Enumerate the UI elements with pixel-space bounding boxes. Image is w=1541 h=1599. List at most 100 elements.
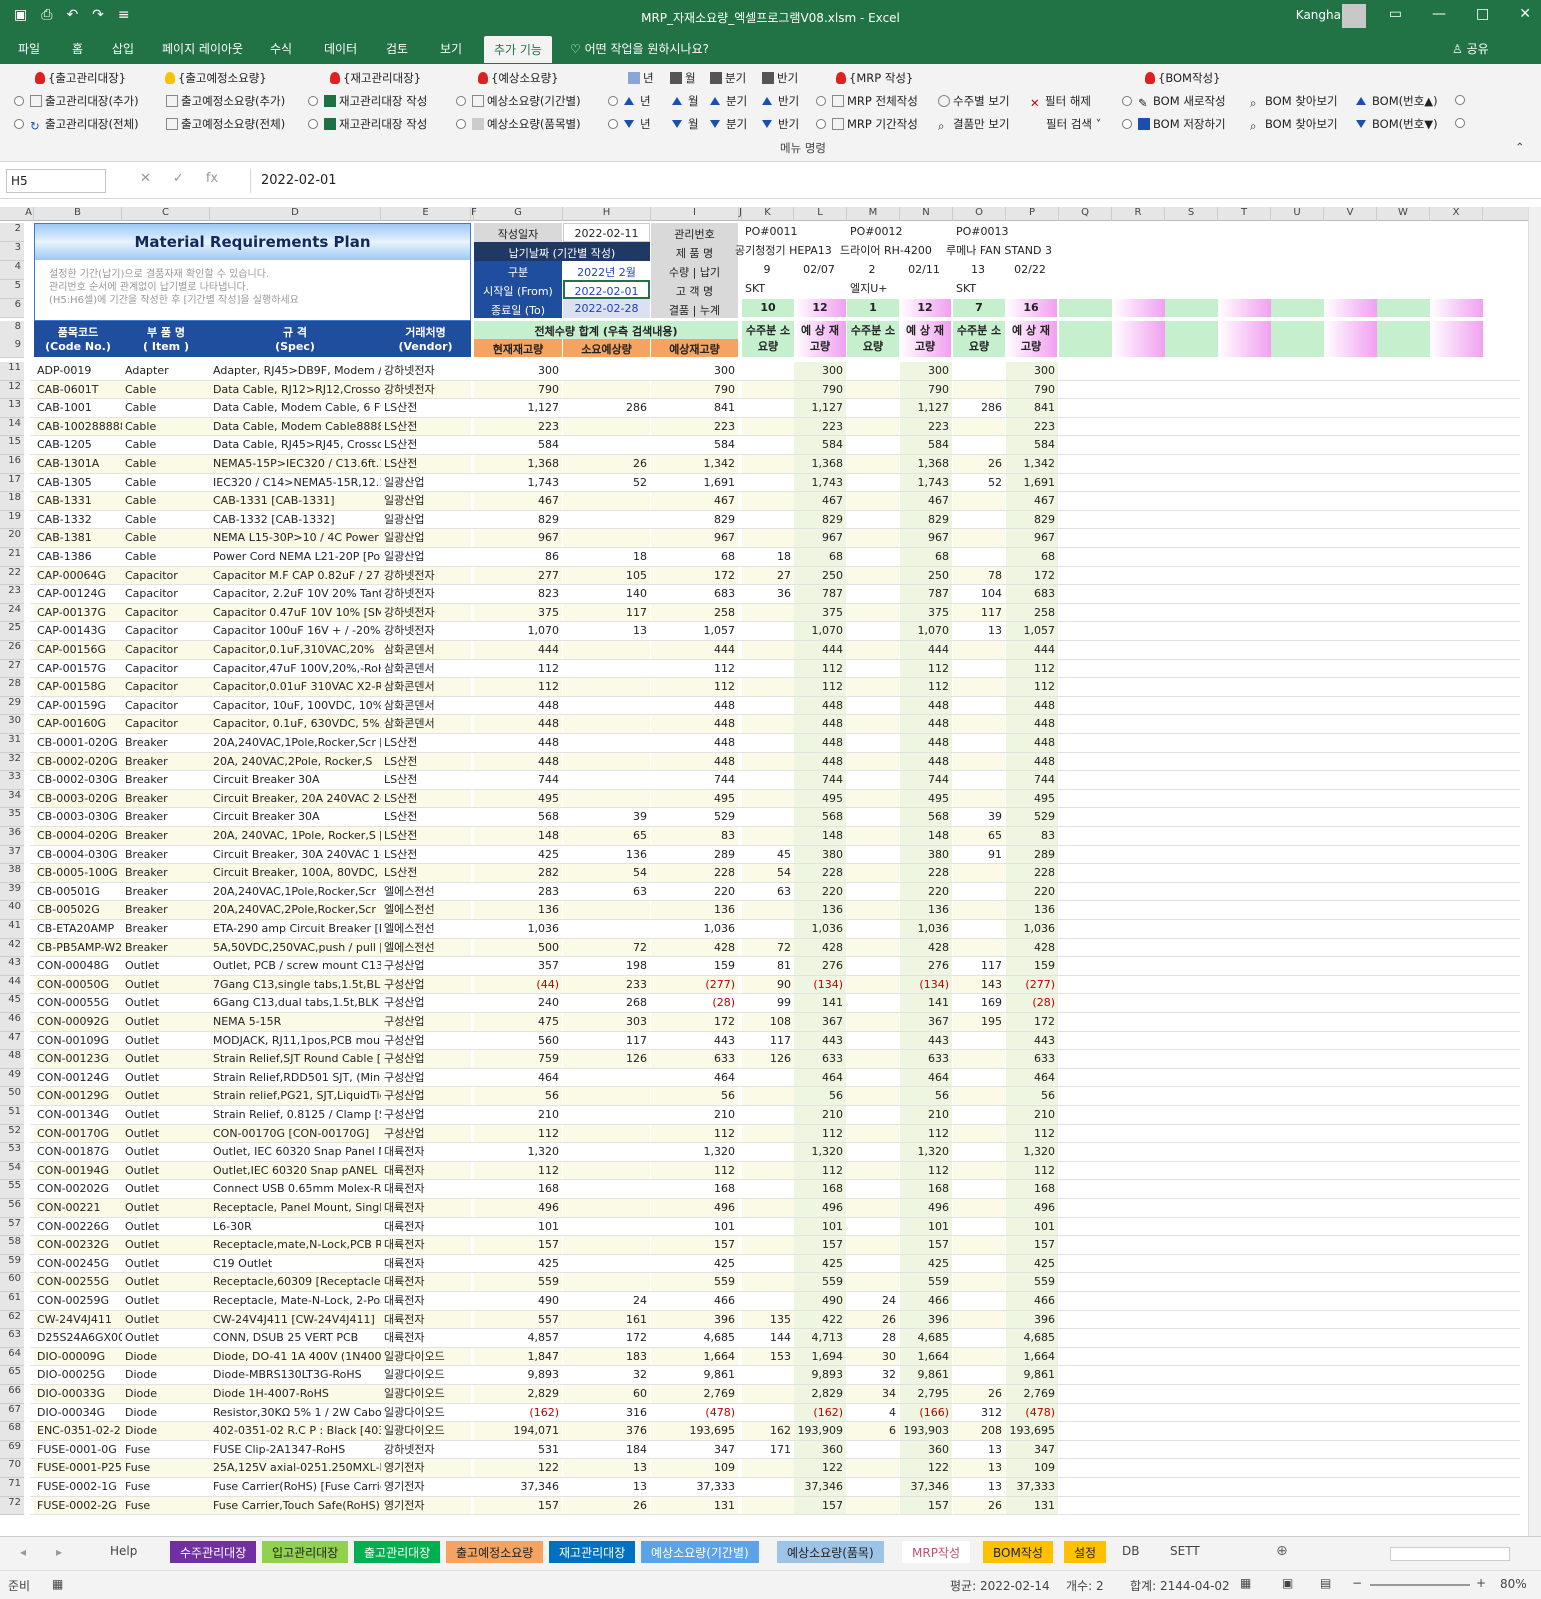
value-cell[interactable]: [847, 1236, 899, 1255]
item-code[interactable]: CAB-1001: [34, 399, 122, 417]
value-cell[interactable]: 112: [794, 678, 846, 697]
value-cell[interactable]: 112: [900, 659, 952, 678]
value-cell[interactable]: 117: [563, 603, 650, 622]
item-vendor[interactable]: 구성산업: [381, 1087, 471, 1106]
item-vendor[interactable]: 엘에스전선: [381, 883, 471, 901]
value-cell[interactable]: [847, 808, 899, 826]
row-header[interactable]: 41: [0, 920, 24, 939]
value-cell[interactable]: 148: [794, 827, 846, 845]
value-cell[interactable]: 568: [474, 808, 562, 826]
row-header[interactable]: 47: [0, 1031, 24, 1051]
value-cell[interactable]: [847, 492, 899, 511]
item-name[interactable]: Capacitor: [122, 678, 210, 697]
column-header-i[interactable]: I: [651, 207, 739, 221]
value-cell[interactable]: 2,795: [900, 1385, 952, 1403]
item-vendor[interactable]: 엘에스전선: [381, 920, 471, 938]
item-vendor[interactable]: 삼화콘덴서: [381, 697, 471, 715]
value-cell[interactable]: 136: [900, 901, 952, 920]
value-cell[interactable]: 495: [651, 789, 738, 808]
value-cell[interactable]: (277): [1006, 975, 1058, 994]
item-vendor[interactable]: 일광산업: [381, 474, 471, 492]
value-cell[interactable]: 1,743: [794, 473, 846, 492]
value-cell[interactable]: 428: [1006, 938, 1058, 957]
value-cell[interactable]: 13: [953, 1441, 1005, 1459]
item-spec[interactable]: 25A,125V axial-0251.250MXL-RoH: [210, 1459, 381, 1478]
value-cell[interactable]: 4,857: [474, 1329, 562, 1347]
item-name[interactable]: Outlet: [122, 1292, 210, 1310]
value-cell[interactable]: 101: [474, 1218, 562, 1236]
item-code[interactable]: CON-00245G: [34, 1255, 122, 1273]
value-cell[interactable]: [563, 511, 650, 529]
value-cell[interactable]: 633: [1006, 1050, 1058, 1069]
value-cell[interactable]: 1,368: [794, 455, 846, 473]
value-cell[interactable]: 78: [953, 566, 1005, 585]
value-cell[interactable]: [953, 1218, 1005, 1236]
item-vendor[interactable]: 일광산업: [381, 492, 471, 511]
item-spec[interactable]: Circuit Breaker, 20A 240VAC 2-Po: [210, 789, 381, 808]
value-cell[interactable]: 63: [563, 883, 650, 901]
sort-half-up[interactable]: 반기: [762, 93, 799, 109]
value-cell[interactable]: 495: [900, 789, 952, 808]
item-spec[interactable]: Resistor,30KΩ 5% 1 / 2W Cabon: [210, 1404, 381, 1422]
value-cell[interactable]: 109: [1006, 1459, 1058, 1478]
value-cell[interactable]: [742, 1218, 794, 1236]
value-cell[interactable]: 529: [651, 808, 738, 826]
value-cell[interactable]: [563, 529, 650, 548]
item-spec[interactable]: C19 Outlet: [210, 1255, 381, 1273]
value-cell[interactable]: [953, 920, 1005, 938]
value-cell[interactable]: 2,829: [794, 1385, 846, 1403]
item-code[interactable]: CON-00050G: [34, 975, 122, 994]
minimize-icon[interactable]: —: [1432, 6, 1446, 22]
item-spec[interactable]: Outlet, IEC 60320 Snap Panel Mo: [210, 1143, 381, 1161]
value-cell[interactable]: 193,695: [651, 1422, 738, 1441]
value-cell[interactable]: 633: [794, 1050, 846, 1069]
value-cell[interactable]: 448: [794, 752, 846, 771]
value-cell[interactable]: (277): [651, 975, 738, 994]
item-name[interactable]: Diode: [122, 1404, 210, 1422]
value-cell[interactable]: 86: [474, 548, 562, 566]
item-vendor[interactable]: 대륙전자: [381, 1180, 471, 1198]
row-header[interactable]: 20: [0, 529, 24, 548]
value-cell[interactable]: 466: [900, 1292, 952, 1310]
value-cell[interactable]: 1,057: [651, 622, 738, 640]
radio-icon[interactable]: [1455, 118, 1465, 128]
value-cell[interactable]: 300: [651, 362, 738, 380]
item-spec[interactable]: Capacitor, 10uF, 100VDC, 10%, M: [210, 697, 381, 715]
value-cell[interactable]: 1,070: [474, 622, 562, 640]
item-name[interactable]: Outlet: [122, 1143, 210, 1161]
value-cell[interactable]: [563, 492, 650, 511]
value-cell[interactable]: 168: [1006, 1180, 1058, 1199]
row-header[interactable]: 35: [0, 808, 24, 827]
value-cell[interactable]: 425: [474, 1255, 562, 1273]
item-name[interactable]: Outlet: [122, 1087, 210, 1106]
item-name[interactable]: Outlet: [122, 1218, 210, 1236]
view-half-button[interactable]: 반기: [762, 70, 798, 86]
value-cell[interactable]: 195: [953, 1013, 1005, 1031]
row-header[interactable]: 16: [0, 455, 24, 474]
item-name[interactable]: Outlet: [122, 1236, 210, 1255]
item-code[interactable]: CON-00259G: [34, 1292, 122, 1310]
value-cell[interactable]: (162): [474, 1404, 562, 1422]
value-cell[interactable]: 210: [794, 1106, 846, 1124]
value-cell[interactable]: [847, 827, 899, 845]
value-cell[interactable]: [847, 920, 899, 938]
item-vendor[interactable]: 삼화콘덴서: [381, 641, 471, 659]
value-cell[interactable]: [847, 1124, 899, 1143]
value-cell[interactable]: [847, 1143, 899, 1161]
value-cell[interactable]: 744: [474, 771, 562, 789]
value-cell[interactable]: [563, 1236, 650, 1255]
value-cell[interactable]: 37,346: [474, 1478, 562, 1496]
value-cell[interactable]: [563, 1069, 650, 1087]
item-vendor[interactable]: 대륙전자: [381, 1161, 471, 1180]
item-code[interactable]: CON-00048G: [34, 957, 122, 975]
item-vendor[interactable]: 구성산업: [381, 1124, 471, 1143]
ship-add-button[interactable]: 출고관리대장(추가): [14, 93, 139, 109]
row-header[interactable]: 55: [0, 1180, 24, 1199]
value-cell[interactable]: 169: [953, 994, 1005, 1012]
value-cell[interactable]: [847, 1087, 899, 1106]
row-header[interactable]: 13: [0, 399, 24, 418]
value-cell[interactable]: [953, 548, 1005, 566]
value-cell[interactable]: 443: [1006, 1031, 1058, 1050]
sheet-tab[interactable]: MRP작성: [902, 1541, 971, 1563]
value-cell[interactable]: 101: [794, 1217, 846, 1236]
